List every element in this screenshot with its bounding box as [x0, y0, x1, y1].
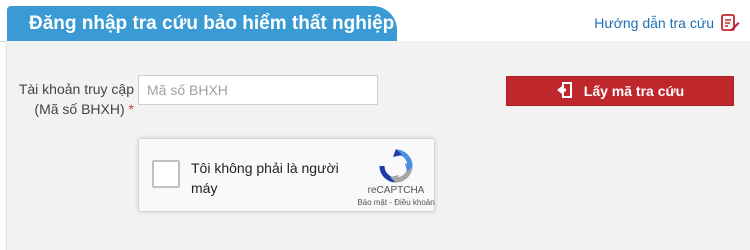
- account-input[interactable]: [138, 75, 378, 105]
- door-exit-icon: [556, 81, 574, 102]
- required-mark: *: [128, 101, 134, 117]
- account-label-line2: (Mã số BHXH): [34, 101, 125, 117]
- recaptcha-label: Tôi không phải là người máy: [191, 160, 339, 196]
- page-title: Đăng nhập tra cứu bảo hiểm thất nghiệp: [29, 13, 395, 34]
- edit-document-icon: [720, 13, 740, 33]
- guide-link-label: Hướng dẫn tra cứu: [594, 15, 714, 31]
- guide-link[interactable]: Hướng dẫn tra cứu: [594, 10, 740, 36]
- get-code-label: Lấy mã tra cứu: [583, 83, 685, 99]
- title-tab: Đăng nhập tra cứu bảo hiểm thất nghiệp: [7, 6, 397, 41]
- header-bar: Đăng nhập tra cứu bảo hiểm thất nghiệp H…: [0, 0, 750, 42]
- recaptcha-checkbox[interactable]: [152, 160, 180, 188]
- account-label-line1: Tài khoản truy cập: [18, 81, 134, 97]
- recaptcha-brand: reCAPTCHA: [367, 185, 425, 196]
- recaptcha-terms-link[interactable]: Bảo mật - Điều khoản: [339, 198, 453, 207]
- account-label: Tài khoản truy cập (Mã số BHXH) *: [6, 79, 134, 119]
- recaptcha-logo-icon: [379, 149, 413, 183]
- get-code-button[interactable]: Lấy mã tra cứu: [506, 76, 734, 106]
- recaptcha-widget: Tôi không phải là người máy reCAPTCHA Bả…: [138, 138, 435, 212]
